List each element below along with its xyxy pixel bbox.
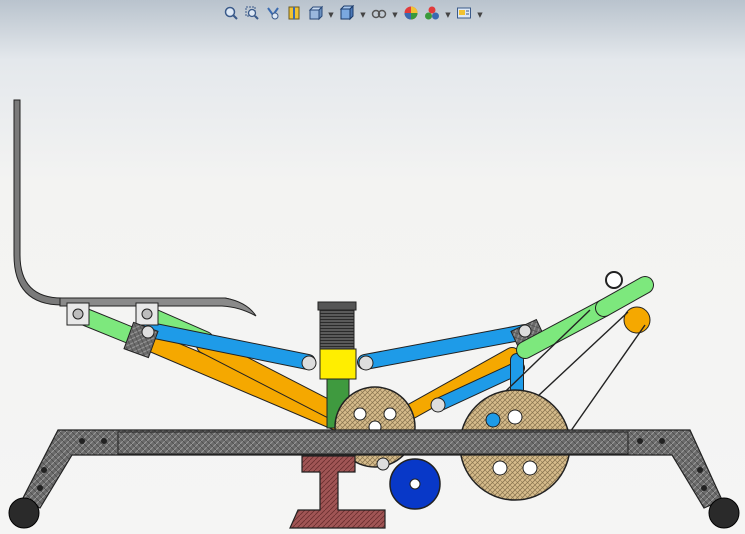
slider-block-yellow[interactable] (319, 348, 357, 380)
seat-bracket-left[interactable] (66, 302, 90, 326)
foot-right[interactable] (708, 497, 740, 529)
hub-pin (376, 457, 390, 471)
orange-roller[interactable] (623, 306, 651, 334)
seat-backrest[interactable] (13, 99, 256, 316)
seat-bracket-right[interactable] (135, 302, 159, 326)
gear-pin (430, 397, 446, 413)
graphics-viewport[interactable] (0, 0, 745, 534)
pulley-blue[interactable] (389, 458, 441, 510)
foot-left[interactable] (8, 497, 40, 529)
slider-pin-left (301, 355, 317, 371)
slider-pin-right (358, 355, 374, 371)
pivot-ring[interactable] (605, 271, 623, 289)
base-frame[interactable] (21, 429, 723, 509)
